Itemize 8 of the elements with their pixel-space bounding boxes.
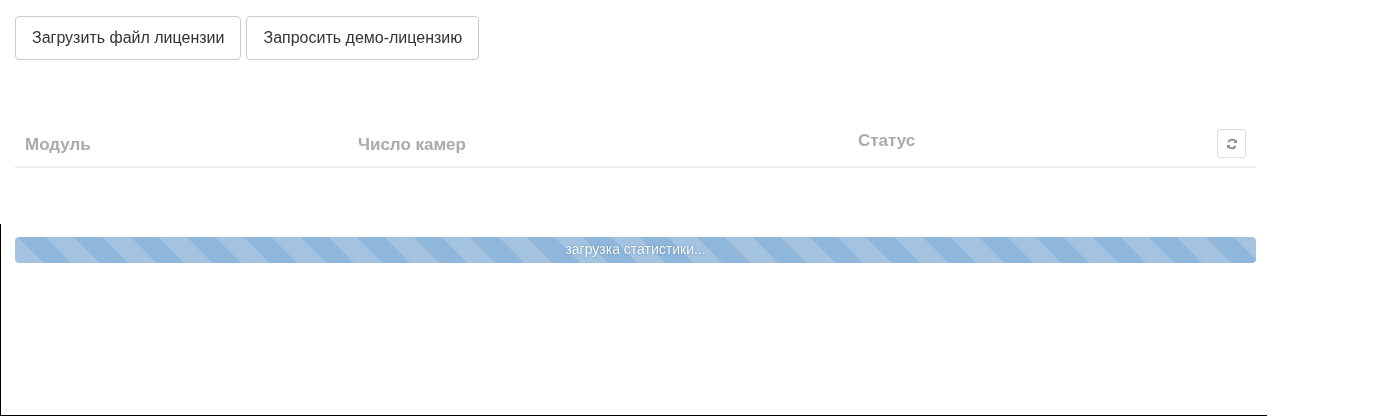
refresh-button[interactable] [1217,129,1246,158]
refresh-icon [1225,137,1238,150]
progress-label: загрузка статистики... [564,241,707,257]
action-button[interactable]: Загрузить файл лицензии [15,16,242,60]
action-button[interactable]: Запросить демо-лицензию [246,16,480,60]
column-header: Статус [858,131,916,151]
column-header: Модуль [25,135,91,155]
column-header: Число камер [358,135,466,155]
